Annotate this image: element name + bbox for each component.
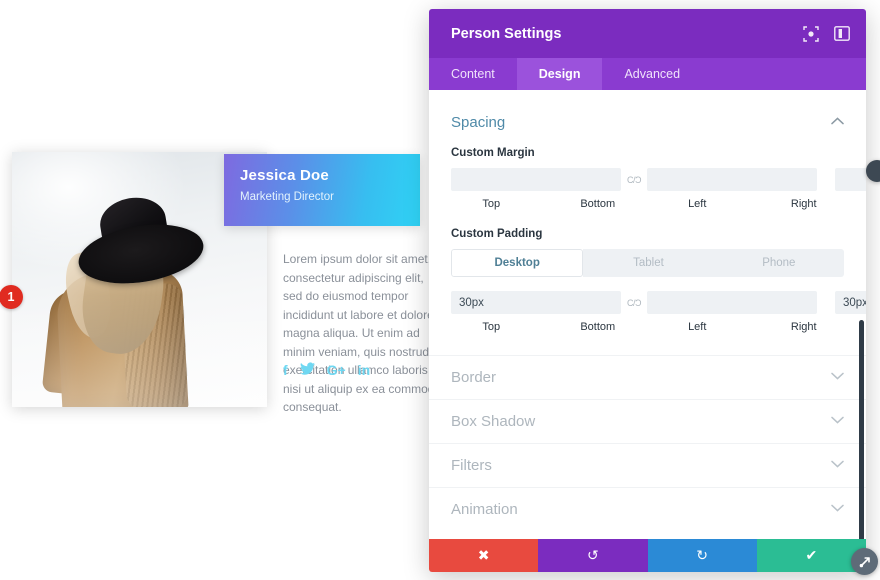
section-animation[interactable]: Animation <box>429 487 866 531</box>
modal-tabbar: Content Design Advanced <box>429 58 866 90</box>
responsive-tab-desktop[interactable]: Desktop <box>451 249 584 277</box>
custom-padding-field-labels: Top Bottom Left Right <box>451 321 844 333</box>
focus-icon[interactable] <box>802 25 819 42</box>
section-box-shadow[interactable]: Box Shadow <box>429 399 866 443</box>
padding-right-label: Right <box>790 321 817 333</box>
custom-margin-fields: C/Ɔ C/Ɔ <box>451 168 866 191</box>
person-bio-block: Lorem ipsum dolor sit amet, consectetur … <box>283 250 443 417</box>
chevron-down-icon[interactable] <box>831 416 844 427</box>
padding-bottom-input[interactable] <box>647 291 817 314</box>
spacing-section-title: Spacing <box>451 114 506 131</box>
person-name-badge: Jessica Doe Marketing Director <box>224 154 420 226</box>
chevron-down-icon[interactable] <box>831 504 844 515</box>
tab-design[interactable]: Design <box>516 58 603 90</box>
modal-scrollbar[interactable] <box>859 320 864 539</box>
padding-top-input[interactable] <box>451 291 621 314</box>
modal-body: Spacing Custom Margin C/Ɔ Top Bottom Lef… <box>429 90 866 539</box>
person-role: Marketing Director <box>240 191 334 203</box>
person-name: Jessica Doe <box>240 167 329 184</box>
spacing-section: Spacing Custom Margin C/Ɔ Top Bottom Lef… <box>429 90 866 341</box>
redo-button[interactable]: ↻ <box>647 539 757 572</box>
close-button[interactable]: ✖ <box>429 539 539 572</box>
modal-footer: ✖ ↺ ↻ ✔ <box>429 539 866 572</box>
person-settings-modal: Person Settings Content Design Advanced … <box>429 9 866 572</box>
custom-margin-label: Custom Margin <box>451 147 535 159</box>
tab-content[interactable]: Content <box>429 58 517 90</box>
tab-advanced[interactable]: Advanced <box>602 58 702 90</box>
margin-left-label: Left <box>688 198 707 210</box>
chevron-down-icon[interactable] <box>831 372 844 383</box>
person-bio: Lorem ipsum dolor sit amet, consectetur … <box>283 252 442 414</box>
twitter-icon[interactable] <box>299 362 315 377</box>
person-social-links: f G+ in <box>283 362 370 377</box>
margin-bottom-input[interactable] <box>647 168 817 191</box>
custom-padding-fields: C/Ɔ C/Ɔ <box>451 291 866 314</box>
padding-top-label: Top <box>482 321 501 333</box>
section-filters[interactable]: Filters <box>429 443 866 487</box>
chevron-up-icon[interactable] <box>831 117 844 128</box>
responsive-tabs: Desktop Tablet Phone <box>451 249 844 277</box>
linkedin-icon[interactable]: in <box>358 363 370 377</box>
modal-header-actions <box>802 25 850 42</box>
link-values-icon[interactable]: C/Ɔ <box>621 175 647 185</box>
facebook-icon[interactable]: f <box>283 363 288 377</box>
margin-bottom-label: Bottom <box>580 198 616 210</box>
step-badge-1: 1 <box>0 285 23 309</box>
margin-top-label: Top <box>482 198 501 210</box>
section-animation-title: Animation <box>451 501 518 518</box>
modal-header: Person Settings <box>429 9 866 58</box>
section-filters-title: Filters <box>451 457 492 474</box>
section-border[interactable]: Border <box>429 355 866 399</box>
padding-left-label: Left <box>688 321 707 333</box>
resize-handle[interactable] <box>851 548 878 575</box>
margin-left-input[interactable] <box>835 168 866 191</box>
section-box-shadow-title: Box Shadow <box>451 413 536 430</box>
margin-top-input[interactable] <box>451 168 621 191</box>
responsive-tab-tablet[interactable]: Tablet <box>583 249 714 277</box>
spacing-section-header[interactable]: Spacing <box>451 114 844 147</box>
padding-bottom-label: Bottom <box>580 321 616 333</box>
section-border-title: Border <box>451 369 497 386</box>
responsive-tab-phone[interactable]: Phone <box>713 249 844 277</box>
google-plus-icon[interactable]: G+ <box>327 363 346 377</box>
link-values-icon[interactable]: C/Ɔ <box>621 298 647 308</box>
modal-title: Person Settings <box>451 25 562 42</box>
layout-toggle-icon[interactable] <box>833 25 850 42</box>
save-button[interactable]: ✔ <box>756 539 866 572</box>
margin-right-label: Right <box>790 198 817 210</box>
custom-margin-field-labels: Top Bottom Left Right <box>451 198 844 210</box>
edge-toggle-button[interactable] <box>866 160 880 182</box>
padding-left-input[interactable] <box>835 291 866 314</box>
chevron-down-icon[interactable] <box>831 460 844 471</box>
custom-padding-label: Custom Padding <box>451 228 543 240</box>
screen: Jessica Doe Marketing Director Lorem ips… <box>0 0 880 580</box>
undo-button[interactable]: ↺ <box>538 539 648 572</box>
